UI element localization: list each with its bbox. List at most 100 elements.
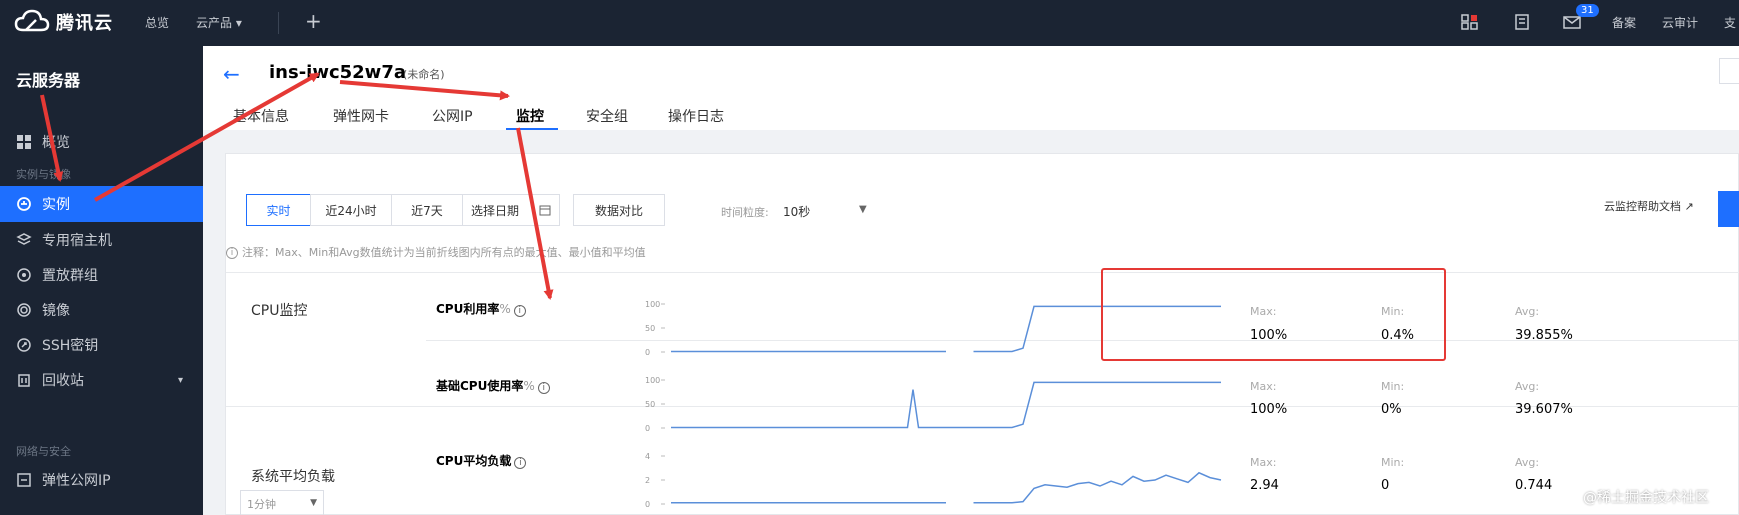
tab-basic-info[interactable]: 基本信息 (233, 106, 289, 126)
stats-note-text: 注释：Max、Min和Avg数值统计为当前折线图内所有点的最大值、最小值和平均值 (242, 246, 646, 259)
load-period-select[interactable]: 1分钟 ▼ (240, 490, 324, 515)
tab-monitoring[interactable]: 监控 (516, 106, 544, 126)
brand-name: 腾讯云 (56, 13, 113, 34)
date-picker-label: 选择日期 (471, 203, 520, 218)
info-icon[interactable]: i (537, 382, 550, 394)
stat-min-value: 0% (1381, 402, 1402, 417)
y-tick-label: 0 (645, 348, 650, 357)
sidebar-item-images[interactable]: 镜像 (0, 292, 203, 328)
apps-icon[interactable] (1460, 12, 1480, 32)
help-doc-link[interactable]: 云监控帮助文档 ↗ (1604, 198, 1694, 214)
calendar-icon (539, 205, 551, 216)
y-tick-label: 4 (645, 452, 650, 461)
date-picker[interactable]: 选择日期 (462, 194, 560, 226)
eip-icon (17, 473, 31, 487)
metric-label: CPU平均负载 (436, 454, 512, 468)
sidebar-item-label: 弹性公网IP (42, 473, 111, 489)
stat-avg-value: 0.744 (1515, 478, 1553, 493)
header-action-button[interactable] (1719, 58, 1739, 84)
y-tick-label: 0 (645, 500, 650, 509)
instance-icon (17, 197, 31, 211)
sidebar-item-ssh-keys[interactable]: SSH密钥 (0, 327, 203, 363)
metric-unit: % (499, 302, 511, 316)
nav-beian[interactable]: 备案 (1612, 14, 1636, 31)
info-icon: i (226, 247, 238, 259)
sidebar-item-recycle-bin[interactable]: 回收站 ▾ (0, 362, 203, 398)
instance-header: ← ins-iwc52w7a (未命名) 基本信息 弹性网卡 公网IP 监控 安… (203, 46, 1739, 130)
stat-avg-label: Avg: (1515, 456, 1540, 469)
metric-label: CPU利用率 (436, 302, 500, 316)
tab-operation-log[interactable]: 操作日志 (668, 106, 724, 126)
sidebar-item-overview[interactable]: 概览 (0, 124, 203, 160)
info-icon[interactable]: i (514, 457, 527, 469)
sidebar-item-dedicated-host[interactable]: 专用宿主机 (0, 222, 203, 258)
load-period-value: 1分钟 (247, 498, 276, 511)
chevron-down-icon[interactable]: ▼ (859, 204, 867, 215)
data-compare-button[interactable]: 数据对比 (573, 194, 665, 226)
tab-eni[interactable]: 弹性网卡 (333, 106, 389, 126)
y-tick-label: 50 (645, 324, 655, 333)
trash-icon (18, 374, 30, 387)
y-tick-label: 0 (645, 424, 650, 433)
stat-max-label: Max: (1250, 380, 1277, 393)
nav-overview[interactable]: 总览 (145, 14, 169, 31)
sidebar-item-label: 实例 (42, 197, 70, 213)
granularity-label: 时间粒度: (721, 206, 769, 219)
nav-divider (278, 12, 279, 34)
time-range-realtime[interactable]: 实时 (246, 194, 311, 226)
sidebar-item-placement-group[interactable]: 置放群组 (0, 257, 203, 293)
stat-avg-value: 39.607% (1515, 402, 1573, 417)
instance-id: ins-iwc52w7a (269, 62, 406, 83)
tencent-cloud-logo[interactable]: 腾讯云 (14, 8, 113, 36)
tab-security-group[interactable]: 安全组 (586, 106, 628, 126)
cloud-logo-icon (14, 9, 50, 32)
monitoring-panel: 实时 近24小时 近7天 选择日期 数据对比 时间粒度: 10秒 ▼ 云监控帮助… (225, 153, 1739, 515)
sidebar-section-network: 网络与安全 (16, 445, 71, 458)
sidebar-item-label: 概览 (42, 135, 70, 151)
stat-min-label: Min: (1381, 456, 1405, 469)
instance-name: (未命名) (403, 68, 445, 81)
sidebar-item-label: 镜像 (42, 303, 70, 319)
help-doc-label: 云监控帮助文档 (1604, 200, 1681, 213)
chevron-down-icon: ▾ (177, 374, 183, 386)
top-navbar: 腾讯云 总览 云产品 ▾ + 31 备案 云审计 支 (0, 0, 1739, 46)
base-cpu-chart: 0 50 100 (645, 376, 1221, 433)
time-range-24h[interactable]: 近24小时 (310, 194, 392, 226)
host-icon (16, 233, 32, 245)
back-arrow-icon[interactable]: ← (223, 62, 240, 86)
image-icon (17, 303, 31, 317)
key-icon (17, 338, 31, 352)
y-tick-label: 50 (645, 400, 655, 409)
billing-icon[interactable] (1512, 12, 1532, 32)
nav-support[interactable]: 支 (1724, 14, 1736, 31)
y-tick-label: 2 (645, 476, 650, 485)
sidebar-item-label: 专用宿主机 (42, 233, 112, 249)
sidebar-item-instances[interactable]: 实例 (0, 186, 203, 222)
stat-avg-value: 39.855% (1515, 328, 1573, 343)
sidebar-section-instances: 实例与镜像 (16, 168, 71, 181)
info-icon[interactable]: i (513, 305, 526, 317)
metric-cpu-load: CPU平均负载 i (436, 452, 527, 469)
stat-max-value: 100% (1250, 402, 1288, 417)
nav-products[interactable]: 云产品 ▾ (196, 14, 242, 31)
granularity-select[interactable]: 10秒 (783, 203, 810, 220)
external-link-icon: ↗ (1684, 200, 1694, 213)
stat-avg-label: Avg: (1515, 305, 1540, 318)
metric-label: 基础CPU使用率 (436, 379, 524, 393)
group-label-load: 系统平均负载 (251, 469, 335, 485)
plus-icon[interactable]: + (305, 9, 322, 33)
cpu-load-chart: 0 2 4 (645, 452, 1222, 509)
metric-cpu-usage: CPU利用率% i (436, 300, 526, 317)
sidebar-item-label: SSH密钥 (42, 338, 99, 354)
tab-public-ip[interactable]: 公网IP (432, 106, 473, 126)
metric-unit: % (523, 379, 535, 393)
nav-audit[interactable]: 云审计 (1662, 14, 1698, 31)
watermark: @稀土掘金技术社区 (1583, 490, 1709, 506)
time-range-7d[interactable]: 近7天 (391, 194, 463, 226)
primary-action-button[interactable] (1718, 191, 1739, 227)
y-tick-label: 100 (645, 376, 660, 385)
stat-min-label: Min: (1381, 380, 1405, 393)
y-tick-label: 100 (645, 300, 660, 309)
stat-min-value: 0 (1381, 478, 1390, 493)
sidebar-item-eip[interactable]: 弹性公网IP (0, 462, 203, 498)
